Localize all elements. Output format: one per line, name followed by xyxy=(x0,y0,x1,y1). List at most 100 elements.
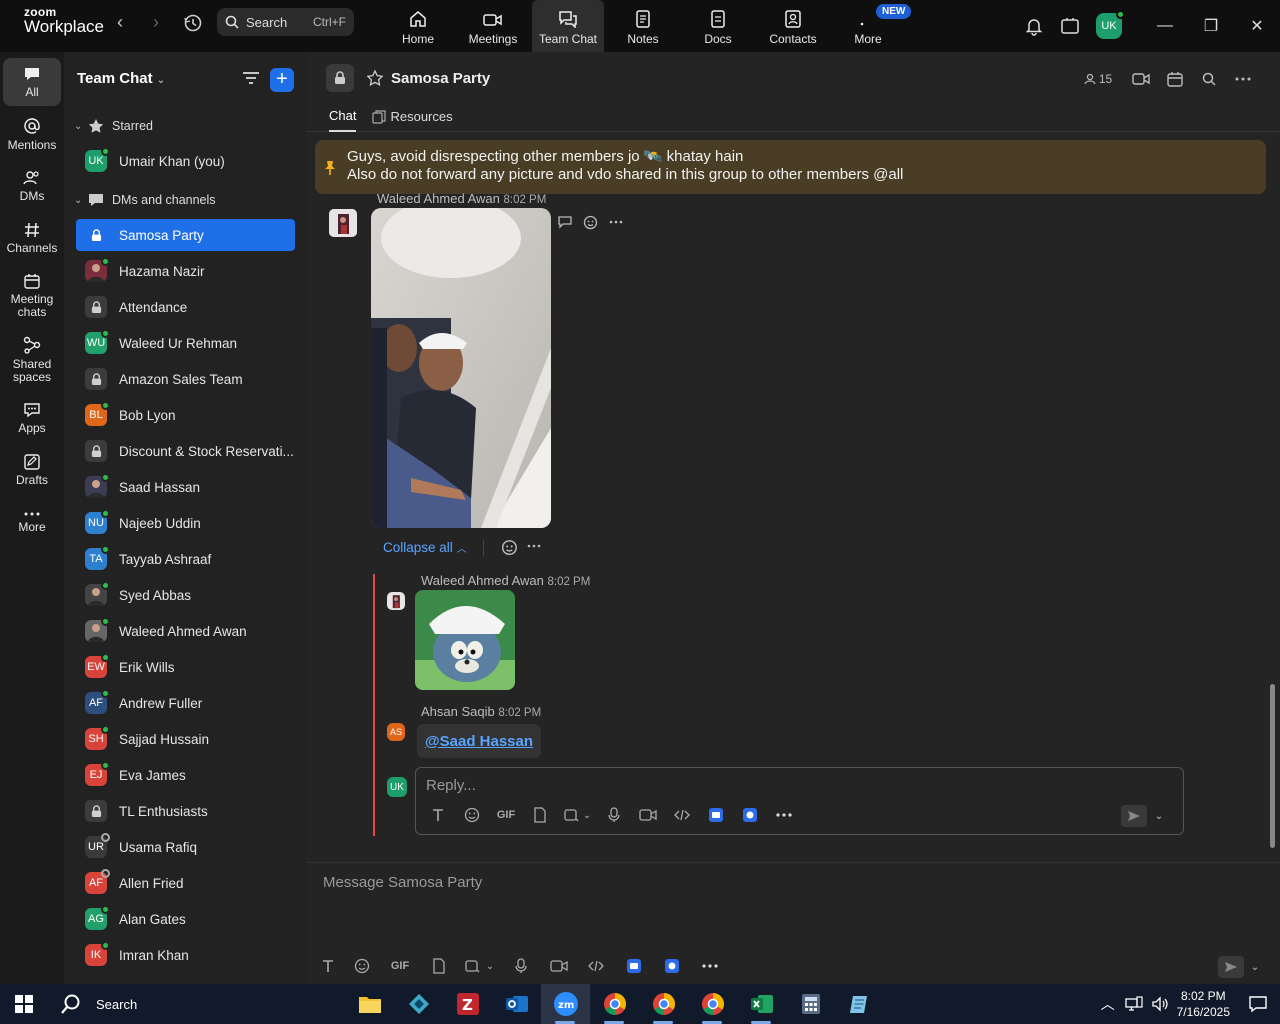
taskbar-clock[interactable]: 8:02 PM 7/16/2025 xyxy=(1177,988,1230,1020)
ellipsis-icon[interactable] xyxy=(527,538,541,554)
sidebar-item-eva-james[interactable]: EJ Eva James xyxy=(76,759,295,791)
rail-channels[interactable]: Channels xyxy=(3,214,61,262)
screenshot-icon[interactable]: ⌄ xyxy=(457,956,501,976)
code-icon[interactable] xyxy=(665,805,699,825)
rail-more[interactable]: More xyxy=(3,498,61,546)
volume-icon[interactable] xyxy=(1151,996,1169,1012)
tab-contacts[interactable]: Contacts xyxy=(757,0,829,52)
sidebar-item-erik-wills[interactable]: EW Erik Wills xyxy=(76,651,295,683)
filezilla-icon[interactable]: Z xyxy=(443,984,492,1024)
app-diamond-icon[interactable] xyxy=(394,984,443,1024)
tab-home[interactable]: Home xyxy=(382,0,454,52)
tab-meetings[interactable]: Meetings xyxy=(457,0,529,52)
tab-resources[interactable]: Resources xyxy=(372,108,453,132)
tab-notes[interactable]: Notes xyxy=(607,0,679,52)
sidebar-item-bob-lyon[interactable]: BL Bob Lyon xyxy=(76,399,295,431)
forward-arrow-icon[interactable]: › xyxy=(146,12,166,32)
dms-section-header[interactable]: ⌄ DMs and channels xyxy=(74,188,216,212)
emoji-icon[interactable] xyxy=(345,956,379,976)
rail-all[interactable]: All xyxy=(3,58,61,106)
start-button[interactable] xyxy=(0,984,48,1024)
ellipsis-icon[interactable] xyxy=(609,214,623,230)
sidebar-item-tayyab-ashraaf[interactable]: TA Tayyab Ashraaf xyxy=(76,543,295,575)
sidebar-item-saad-hassan[interactable]: Saad Hassan xyxy=(76,471,295,503)
screenshot-icon[interactable]: ⌄ xyxy=(557,805,597,825)
sidebar-item-waleed-ahmed-awan[interactable]: Waleed Ahmed Awan xyxy=(76,615,295,647)
file-icon[interactable] xyxy=(421,956,457,976)
tab-docs[interactable]: Docs xyxy=(682,0,754,52)
notepad-icon[interactable] xyxy=(835,984,884,1024)
send-icon[interactable] xyxy=(1218,956,1244,978)
shared-photo[interactable] xyxy=(371,208,551,528)
sidebar-item-imran-khan[interactable]: IK Imran Khan xyxy=(76,939,295,971)
sidebar-item-attendance[interactable]: Attendance xyxy=(76,291,295,323)
rail-apps[interactable]: Apps xyxy=(3,394,61,442)
starred-section-header[interactable]: ⌄ Starred xyxy=(74,114,153,138)
add-reaction-icon[interactable] xyxy=(583,214,599,230)
more-options-icon[interactable] xyxy=(767,805,801,825)
mention-link[interactable]: @Saad Hassan xyxy=(417,724,542,758)
send-icon[interactable] xyxy=(1121,805,1147,827)
channel-title[interactable]: Samosa Party xyxy=(391,70,490,87)
zoom-app-icon[interactable] xyxy=(733,805,767,825)
bell-icon[interactable] xyxy=(1024,16,1044,36)
calculator-icon[interactable] xyxy=(786,984,835,1024)
network-icon[interactable] xyxy=(1124,996,1143,1012)
video-message-icon[interactable] xyxy=(631,805,665,825)
reply-input-box[interactable]: Reply... GIF ⌄ ⌄ xyxy=(415,767,1184,835)
rail-dms[interactable]: DMs xyxy=(3,162,61,210)
sidebar-item-alan-gates[interactable]: AG Alan Gates xyxy=(76,903,295,935)
sidebar-item-tl-enthusiasts[interactable]: TL Enthusiasts xyxy=(76,795,295,827)
app-integration-icon[interactable] xyxy=(615,956,653,976)
sender-avatar[interactable] xyxy=(387,592,405,610)
message-sender-3[interactable]: Ahsan Saqib 8:02 PM xyxy=(421,704,541,719)
tab-more[interactable]: NEW More xyxy=(832,0,912,52)
video-message-icon[interactable] xyxy=(541,956,577,976)
more-options-icon[interactable] xyxy=(691,956,729,976)
members-button[interactable]: 15 xyxy=(1078,66,1118,92)
sidebar-item-andrew-fuller[interactable]: AF Andrew Fuller xyxy=(76,687,295,719)
rail-mentions[interactable]: Mentions xyxy=(3,110,61,158)
code-icon[interactable] xyxy=(577,956,615,976)
sidebar-item-amazon-sales-team[interactable]: Amazon Sales Team xyxy=(76,363,295,395)
outlook-icon[interactable] xyxy=(492,984,541,1024)
chevron-down-icon[interactable]: ⌄ xyxy=(1147,806,1171,826)
sidebar-item-waleed-ur-rehman[interactable]: WU Waleed Ur Rehman xyxy=(76,327,295,359)
format-text-icon[interactable] xyxy=(421,805,455,825)
rail-drafts[interactable]: Drafts xyxy=(3,446,61,494)
user-avatar[interactable]: UK xyxy=(1096,10,1125,39)
sidebar-item-najeeb-uddin[interactable]: NU Najeeb Uddin xyxy=(76,507,295,539)
gif-button[interactable]: GIF xyxy=(489,805,523,825)
sidebar-item-hazama-nazir[interactable]: Hazama Nazir xyxy=(76,255,295,287)
sidebar-item-samosa-party[interactable]: Samosa Party xyxy=(76,219,295,251)
tab-chat[interactable]: Chat xyxy=(329,108,357,132)
chrome-icon[interactable] xyxy=(590,984,639,1024)
file-explorer-icon[interactable] xyxy=(345,984,394,1024)
microphone-icon[interactable] xyxy=(597,805,631,825)
notification-center-icon[interactable] xyxy=(1248,994,1268,1014)
message-scrollbar[interactable] xyxy=(1268,132,1276,862)
chevron-down-icon[interactable]: ⌄ xyxy=(1244,957,1266,977)
sidebar-item-umair-khan[interactable]: UK Umair Khan (you) xyxy=(76,145,295,177)
sidebar-item-allen-fried[interactable]: AF Allen Fried xyxy=(76,867,295,899)
excel-icon[interactable] xyxy=(737,984,786,1024)
rail-shared-spaces[interactable]: Shared spaces xyxy=(3,330,61,390)
sidebar-item-usama-rafiq[interactable]: UR Usama Rafiq xyxy=(76,831,295,863)
reply-thread-icon[interactable] xyxy=(557,214,573,230)
add-reaction-icon[interactable] xyxy=(501,538,519,556)
sidebar-item-sajjad-hussain[interactable]: SH Sajjad Hussain xyxy=(76,723,295,755)
restore-button[interactable]: ❐ xyxy=(1188,4,1234,48)
back-arrow-icon[interactable]: ‹ xyxy=(110,12,130,32)
chrome-icon[interactable] xyxy=(688,984,737,1024)
zoom-taskbar-icon[interactable]: zm xyxy=(541,984,590,1024)
minimize-button[interactable]: — xyxy=(1142,4,1188,48)
new-chat-button[interactable]: + xyxy=(270,68,294,92)
rail-meeting-chats[interactable]: Meeting chats xyxy=(3,266,61,326)
search-box[interactable]: Search Ctrl+F xyxy=(217,8,354,36)
filter-icon[interactable] xyxy=(242,70,260,86)
calendar-button[interactable] xyxy=(1158,66,1192,92)
sidebar-title[interactable]: Team Chat ⌄ xyxy=(77,70,165,87)
microphone-icon[interactable] xyxy=(501,956,541,976)
format-text-icon[interactable] xyxy=(311,956,345,976)
search-channel-button[interactable] xyxy=(1192,66,1226,92)
